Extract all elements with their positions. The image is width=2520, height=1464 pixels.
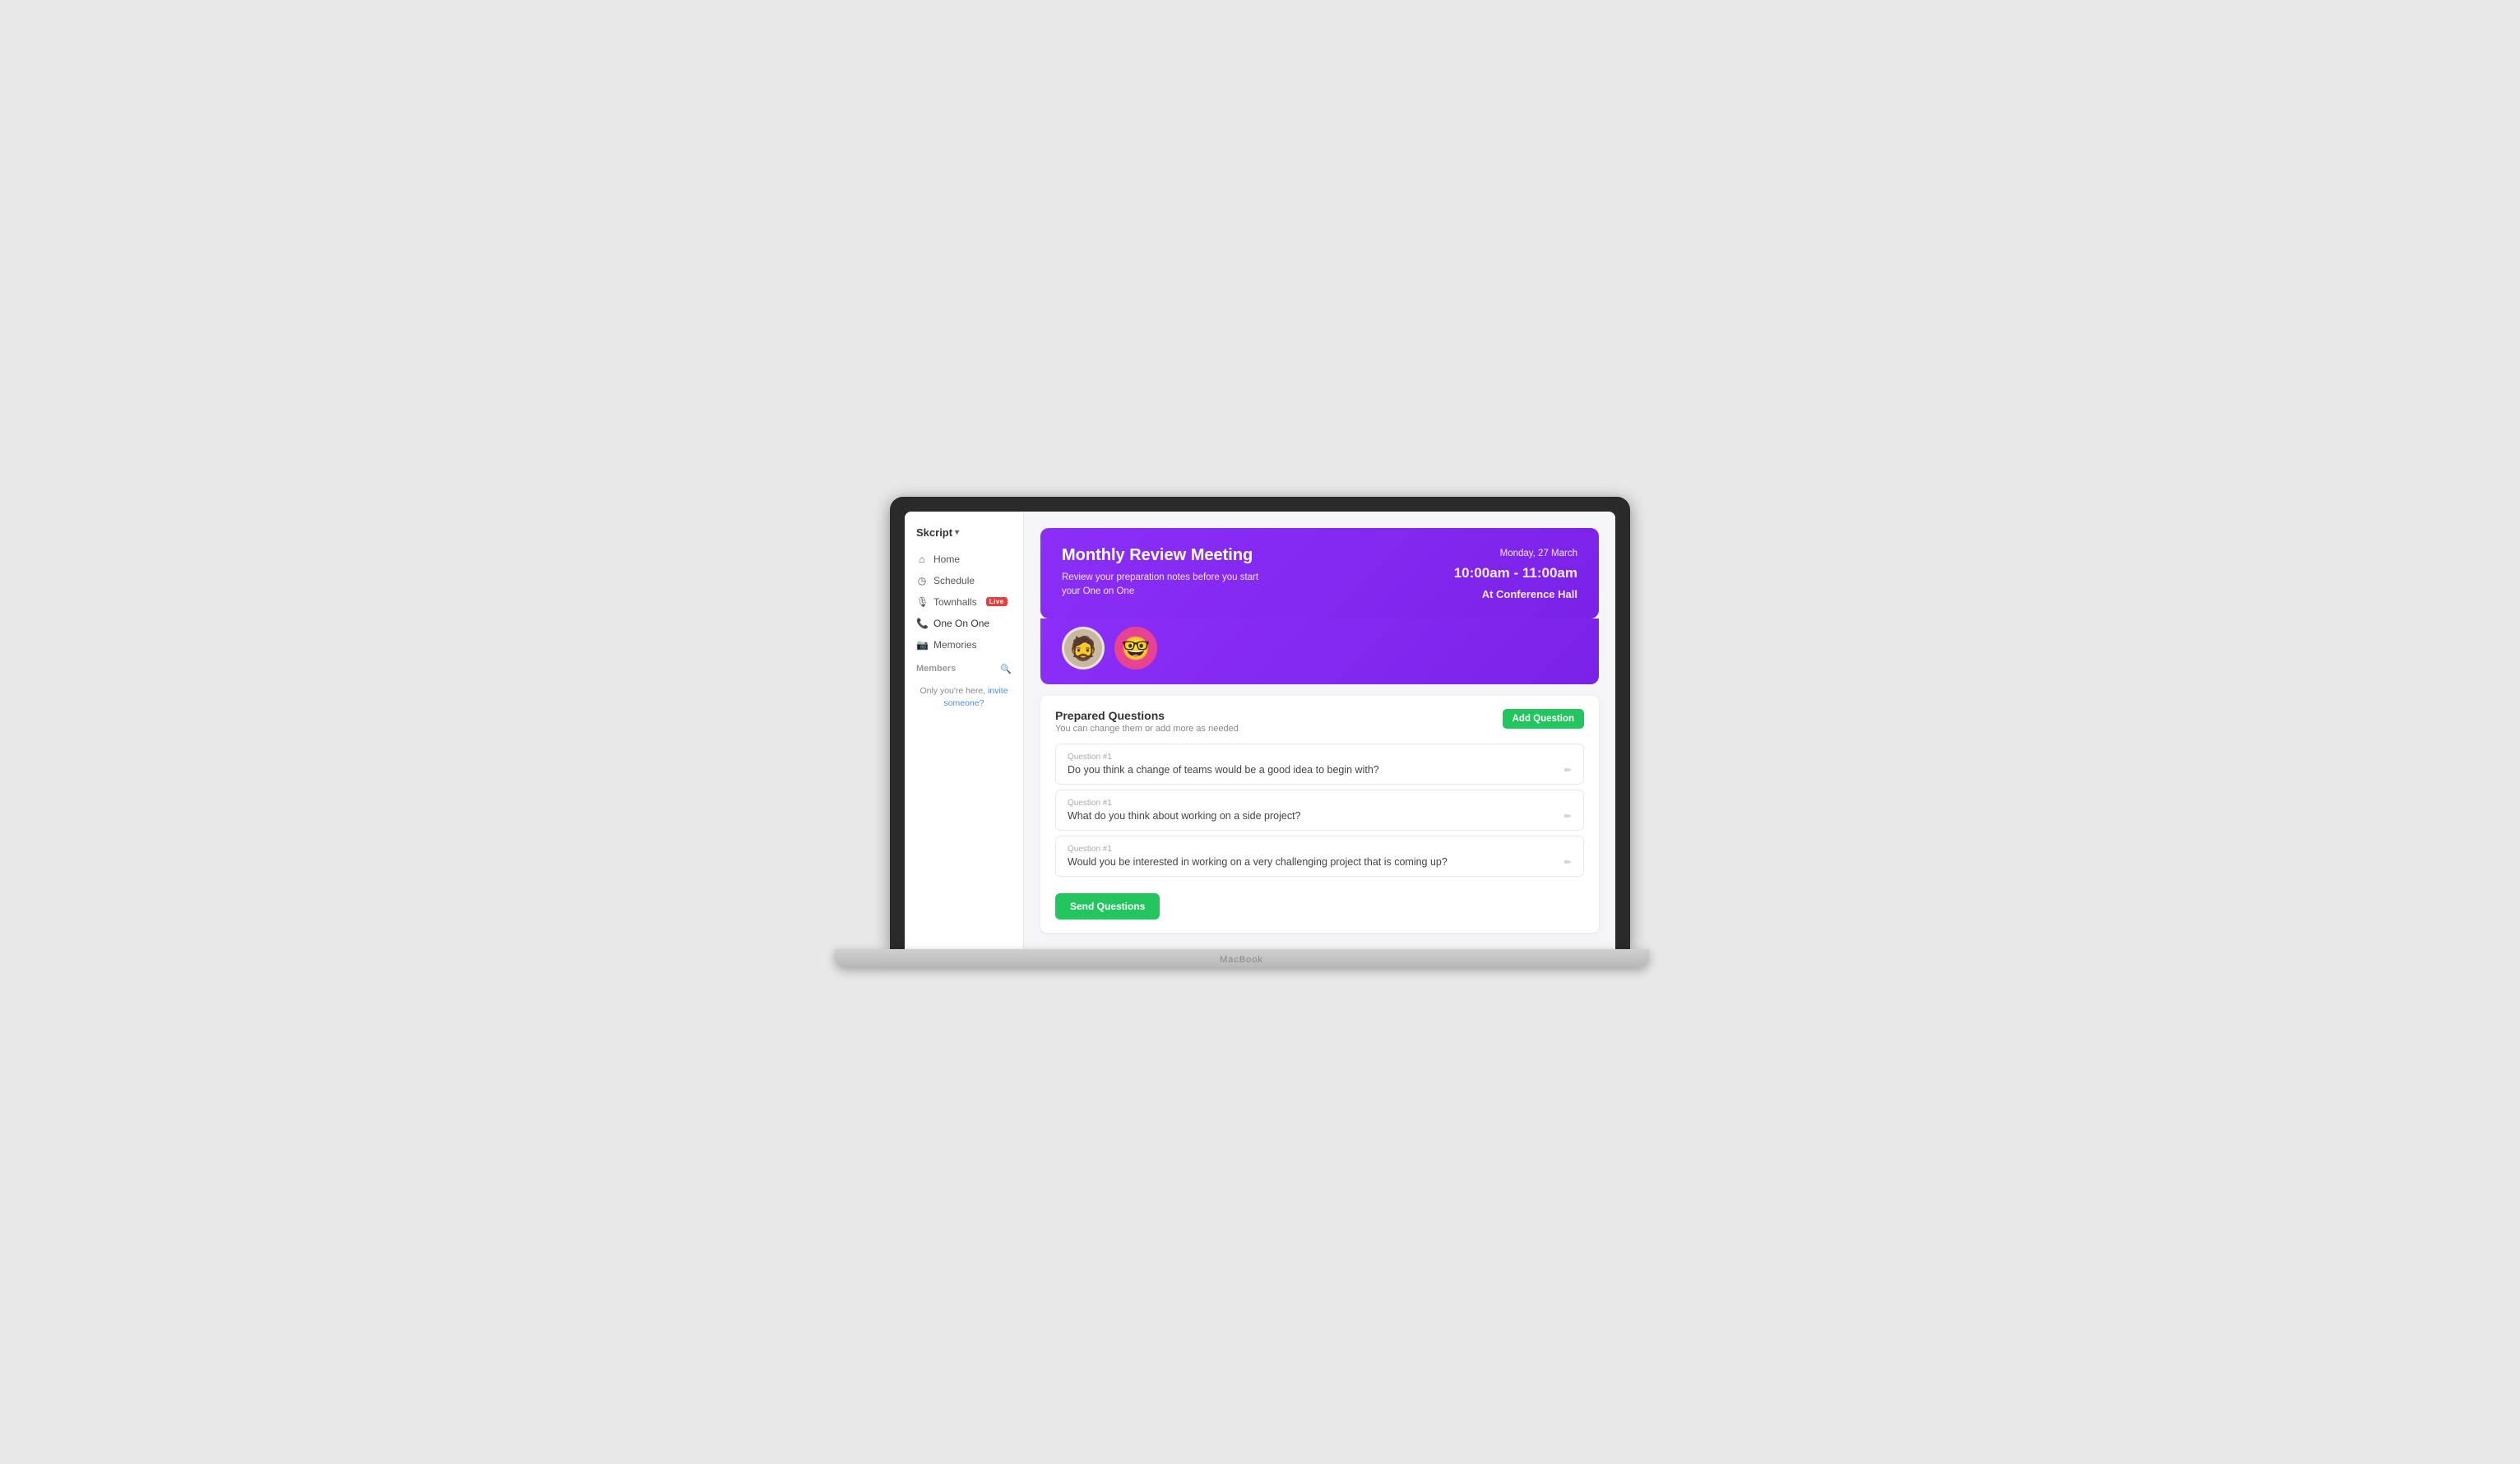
question-item-1: Question #1 Do you think a change of tea… — [1055, 744, 1584, 785]
main-content: Monthly Review Meeting Review your prepa… — [1024, 512, 1615, 950]
memories-icon: 📷 — [916, 639, 928, 651]
screen: Skcript ▾ ⌂ Home ◷ Schedule 🎙 Townhalls … — [905, 512, 1615, 950]
sidebar-item-schedule[interactable]: ◷ Schedule — [905, 570, 1023, 591]
question-item-2: Question #1 What do you think about work… — [1055, 790, 1584, 831]
question-label-1: Question #1 — [1068, 753, 1572, 762]
members-label: Members — [916, 664, 956, 674]
schedule-icon: ◷ — [916, 575, 928, 586]
edit-icon-1[interactable]: ✏ — [1564, 765, 1572, 776]
macbook-label: MacBook — [1220, 955, 1263, 965]
avatars-row: 🧔 🤓 — [1040, 618, 1599, 684]
meeting-banner: Monthly Review Meeting Review your prepa… — [1040, 528, 1599, 619]
questions-header-text: Prepared Questions You can change them o… — [1055, 709, 1239, 734]
laptop-wrapper: Skcript ▾ ⌂ Home ◷ Schedule 🎙 Townhalls … — [890, 497, 1630, 968]
questions-subtitle: You can change them or add more as neede… — [1055, 724, 1239, 734]
screen-bezel: Skcript ▾ ⌂ Home ◷ Schedule 🎙 Townhalls … — [890, 497, 1630, 950]
meeting-time-range: 10:00am - 11:00am — [1454, 562, 1577, 586]
search-icon[interactable]: 🔍 — [1000, 664, 1012, 674]
send-questions-button[interactable]: Send Questions — [1055, 893, 1160, 920]
laptop-base: MacBook — [835, 949, 1649, 967]
edit-icon-2[interactable]: ✏ — [1564, 811, 1572, 822]
members-empty-text: Only you're here, — [920, 686, 985, 696]
nav-label-townhalls: Townhalls — [933, 596, 977, 608]
question-text-3: Would you be interested in working on a … — [1068, 856, 1572, 868]
meeting-subtitle: Review your preparation notes before you… — [1062, 571, 1258, 600]
members-section: Members 🔍 — [905, 656, 1023, 679]
add-question-button[interactable]: Add Question — [1503, 709, 1584, 729]
meeting-subtitle-line1: Review your preparation notes before you… — [1062, 572, 1258, 582]
brand-name: Skcript — [916, 526, 952, 539]
question-text-1: Do you think a change of teams would be … — [1068, 764, 1572, 776]
questions-card: Prepared Questions You can change them o… — [1040, 696, 1599, 933]
question-item-3: Question #1 Would you be interested in w… — [1055, 836, 1584, 877]
avatar-2: 🤓 — [1114, 627, 1157, 669]
avatar-1: 🧔 — [1062, 627, 1105, 669]
question-label-3: Question #1 — [1068, 845, 1572, 854]
edit-icon-3[interactable]: ✏ — [1564, 857, 1572, 868]
meeting-title: Monthly Review Meeting — [1062, 546, 1258, 565]
nav-label-home: Home — [933, 554, 960, 565]
sidebar-item-memories[interactable]: 📷 Memories — [905, 634, 1023, 656]
sidebar-item-one-on-one[interactable]: 📞 One On One — [905, 613, 1023, 634]
home-icon: ⌂ — [916, 554, 928, 565]
sidebar: Skcript ▾ ⌂ Home ◷ Schedule 🎙 Townhalls … — [905, 512, 1024, 950]
nav-label-memories: Memories — [933, 639, 977, 651]
meeting-banner-right: Monday, 27 March 10:00am - 11:00am At Co… — [1454, 546, 1577, 605]
questions-header: Prepared Questions You can change them o… — [1055, 709, 1584, 734]
one-on-one-icon: 📞 — [916, 618, 928, 629]
sidebar-brand[interactable]: Skcript ▾ — [905, 523, 1023, 549]
nav-label-one-on-one: One On One — [933, 618, 989, 629]
sidebar-item-townhalls[interactable]: 🎙 Townhalls Live — [905, 591, 1023, 613]
meeting-banner-left: Monthly Review Meeting Review your prepa… — [1062, 546, 1258, 600]
members-message: Only you're here, invite someone? — [905, 679, 1023, 718]
question-label-2: Question #1 — [1068, 799, 1572, 808]
question-text-2: What do you think about working on a sid… — [1068, 810, 1572, 822]
meeting-subtitle-line2: your One on One — [1062, 586, 1134, 596]
meeting-date: Monday, 27 March — [1454, 546, 1577, 563]
brand-chevron: ▾ — [955, 528, 959, 537]
sidebar-item-home[interactable]: ⌂ Home — [905, 549, 1023, 570]
questions-title: Prepared Questions — [1055, 709, 1239, 722]
meeting-location: At Conference Hall — [1454, 586, 1577, 604]
nav-label-schedule: Schedule — [933, 575, 975, 586]
live-badge: Live — [986, 597, 1008, 606]
townhalls-icon: 🎙 — [916, 596, 928, 608]
